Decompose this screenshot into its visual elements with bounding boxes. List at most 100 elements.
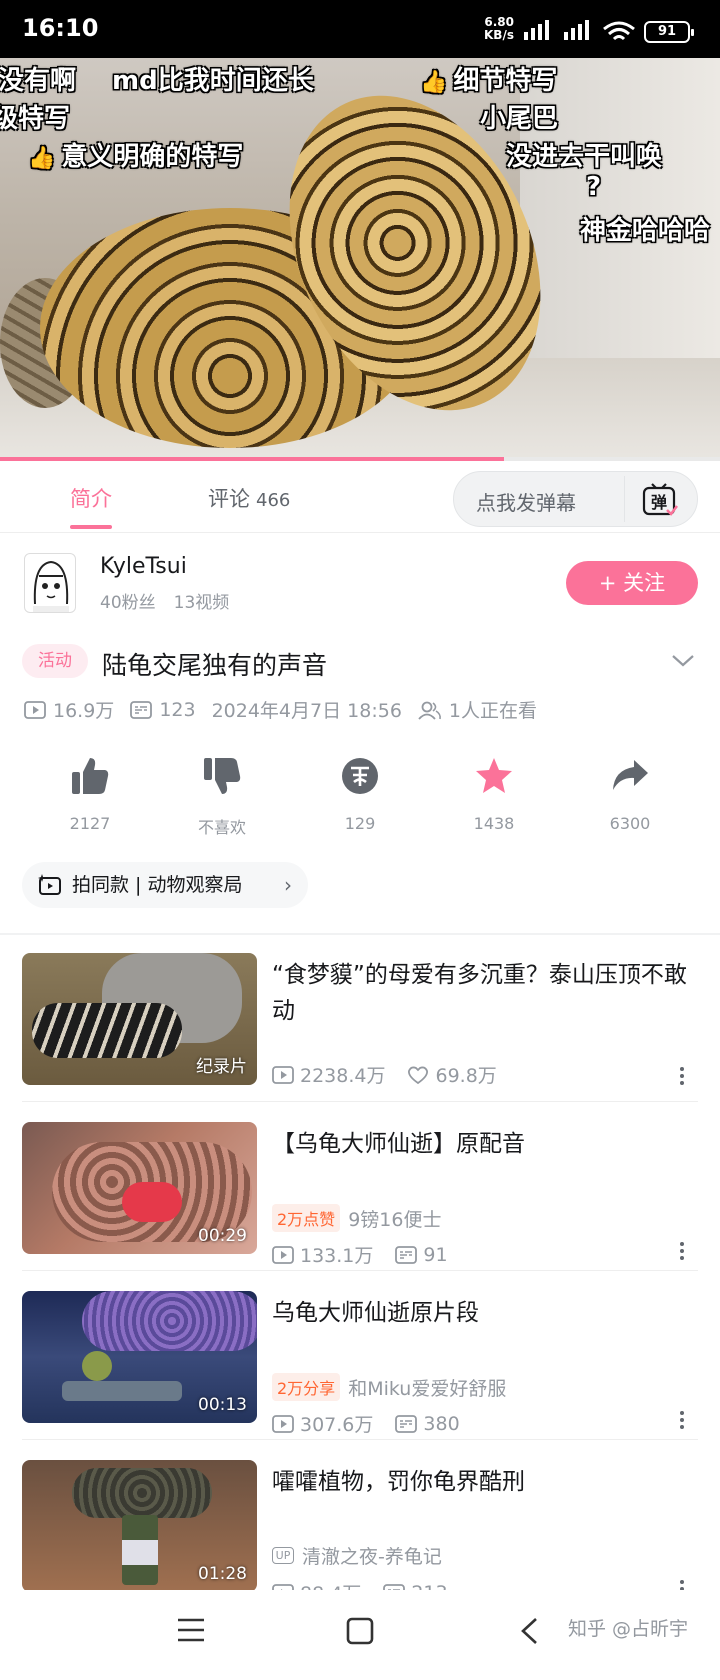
divider: [22, 1270, 698, 1271]
play-count-icon: [272, 1414, 294, 1433]
danmaku-comment: md比我时间还长: [112, 66, 314, 96]
more-options-icon[interactable]: [678, 1065, 686, 1089]
camera-sparkle-icon: [38, 874, 61, 895]
danmaku-input[interactable]: 点我发弹幕 弹: [453, 471, 698, 527]
video-title: 陆龟交尾独有的声音: [102, 651, 328, 680]
tab-intro[interactable]: 简介: [70, 483, 112, 529]
video-duration: 00:29: [198, 1226, 247, 1246]
dislike-button[interactable]: 不喜欢: [172, 752, 272, 838]
thumbs-down-icon: [204, 758, 241, 794]
danmaku-comment: 级特写: [0, 104, 71, 134]
play-count-icon: [272, 1245, 294, 1264]
video-thumbnail[interactable]: 00:13: [22, 1291, 257, 1423]
signal-icon: [524, 20, 549, 40]
list-item[interactable]: 纪录片 “食梦貘”的母爱有多沉重？泰山压顶不敢动 2238.4万 69.8万: [0, 953, 720, 1113]
signal-icon: [564, 20, 589, 40]
thumbs-up-icon: 👍: [420, 70, 448, 95]
video-title: 嚯嚯植物，罚你龟界酷刑: [272, 1469, 525, 1495]
coin-button[interactable]: 129: [310, 752, 410, 833]
watching-count: 1人正在看: [418, 696, 537, 723]
popularity-tag: 2万分享: [272, 1373, 341, 1401]
video-duration: 01:28: [198, 1564, 247, 1584]
like-button[interactable]: 2127: [40, 752, 140, 833]
uploader-name: 和Miku爱爱好舒服: [348, 1377, 507, 1400]
avatar[interactable]: [24, 553, 76, 613]
video-stats: 133.1万 91: [272, 1241, 470, 1268]
video-tagline: UP 清澈之夜-养龟记: [272, 1542, 442, 1569]
share-arrow-icon: [613, 760, 648, 790]
more-options-icon[interactable]: [678, 1240, 686, 1264]
same-style-link[interactable]: 拍同款 | 动物观察局 ›: [22, 862, 308, 908]
tab-comments[interactable]: 评论 466: [208, 483, 290, 513]
danmaku-icon: [395, 1245, 418, 1264]
watermark: 知乎 @占昕宇: [568, 1618, 689, 1640]
uploader-name: 清澈之夜-养龟记: [302, 1546, 442, 1568]
battery-indicator: 91: [644, 21, 694, 43]
view-count: 16.9万: [24, 696, 114, 723]
video-duration: 纪录片: [196, 1057, 247, 1077]
heart-icon: [408, 1066, 429, 1084]
uploader-stats: 40粉丝 13视频: [100, 593, 230, 613]
coin-icon: [342, 758, 378, 794]
danmaku-icon: [395, 1414, 418, 1433]
back-icon[interactable]: [518, 1616, 540, 1646]
menu-icon[interactable]: [176, 1616, 206, 1644]
danmaku-icon: [130, 700, 153, 719]
danmaku-toggle-icon[interactable]: 弹: [641, 482, 679, 518]
danmaku-placeholder: 点我发弹幕: [476, 491, 576, 515]
publish-date: 2024年4月7日 18:56: [211, 700, 402, 722]
share-button[interactable]: 6300: [580, 752, 680, 833]
activity-badge[interactable]: 活动: [22, 644, 88, 678]
video-title: 【乌龟大师仙逝】原配音: [272, 1131, 525, 1157]
more-options-icon[interactable]: [678, 1409, 686, 1433]
home-icon[interactable]: [345, 1616, 375, 1646]
danmaku-comment: 没进去干叫唤: [506, 142, 663, 172]
video-stats: 2238.4万 69.8万: [272, 1061, 519, 1088]
chevron-right-icon: ›: [284, 873, 292, 897]
danmaku-comment: 👍 细节特写: [420, 66, 558, 96]
video-duration: 00:13: [198, 1395, 247, 1415]
up-badge-icon: UP: [272, 1547, 294, 1564]
status-bar: 16:10 6.80 KB/s 91: [0, 0, 720, 58]
video-stats: 307.6万 380: [272, 1410, 482, 1437]
thumbs-up-icon: 👍: [28, 146, 56, 171]
follow-button[interactable]: + 关注: [566, 561, 698, 605]
network-speed: 6.80 KB/s: [484, 15, 514, 42]
video-player[interactable]: 没有啊 md比我时间还长 👍 细节特写 级特写 小尾巴 👍 意义明确的特写 没进去干…: [0, 58, 720, 460]
chevron-down-icon[interactable]: [670, 652, 696, 670]
divider: [22, 1439, 698, 1440]
popularity-tag: 2万点赞: [272, 1204, 341, 1232]
list-item[interactable]: 00:29 【乌龟大师仙逝】原配音 2万点赞 9镑16便士 133.1万 91: [0, 1122, 720, 1282]
video-tagline: 2万分享 和Miku爱爱好舒服: [272, 1373, 506, 1401]
svg-text:弹: 弹: [651, 493, 667, 512]
divider: [624, 476, 625, 522]
danmaku-count: 123: [130, 699, 196, 721]
uploader-name[interactable]: KyleTsui: [100, 554, 187, 579]
video-title: “食梦貘”的母爱有多沉重？泰山压顶不敢动: [272, 962, 687, 1024]
active-tab-indicator: [70, 525, 112, 529]
thumbs-up-icon: [72, 758, 109, 794]
play-count-icon: [24, 700, 46, 719]
wifi-icon: [603, 21, 635, 41]
danmaku-comment: ?: [586, 172, 602, 202]
tab-bar: 简介 评论 466 点我发弹幕 弹: [0, 461, 720, 533]
video-thumbnail[interactable]: 纪录片: [22, 953, 257, 1085]
viewers-icon: [418, 701, 441, 720]
favorite-button[interactable]: 1438: [444, 752, 544, 833]
video-tagline: 2万点赞 9镑16便士: [272, 1204, 441, 1232]
video-title: 乌龟大师仙逝原片段: [272, 1300, 479, 1326]
comment-count: 466: [256, 490, 291, 511]
danmaku-comment: 神金哈哈哈: [580, 216, 711, 246]
star-icon: [476, 758, 512, 793]
danmaku-comment: 👍 意义明确的特写: [28, 142, 244, 172]
danmaku-comment: 没有啊: [0, 66, 77, 96]
clock: 16:10: [22, 14, 99, 42]
video-thumbnail[interactable]: 00:29: [22, 1122, 257, 1254]
danmaku-comment: 小尾巴: [480, 104, 559, 134]
uploader-name: 9镑16便士: [348, 1208, 442, 1231]
list-item[interactable]: 00:13 乌龟大师仙逝原片段 2万分享 和Miku爱爱好舒服 307.6万 3…: [0, 1291, 720, 1451]
avatar-illustration: [33, 560, 69, 612]
section-divider: [0, 933, 720, 935]
divider: [22, 1101, 698, 1102]
video-thumbnail[interactable]: 01:28: [22, 1460, 257, 1592]
